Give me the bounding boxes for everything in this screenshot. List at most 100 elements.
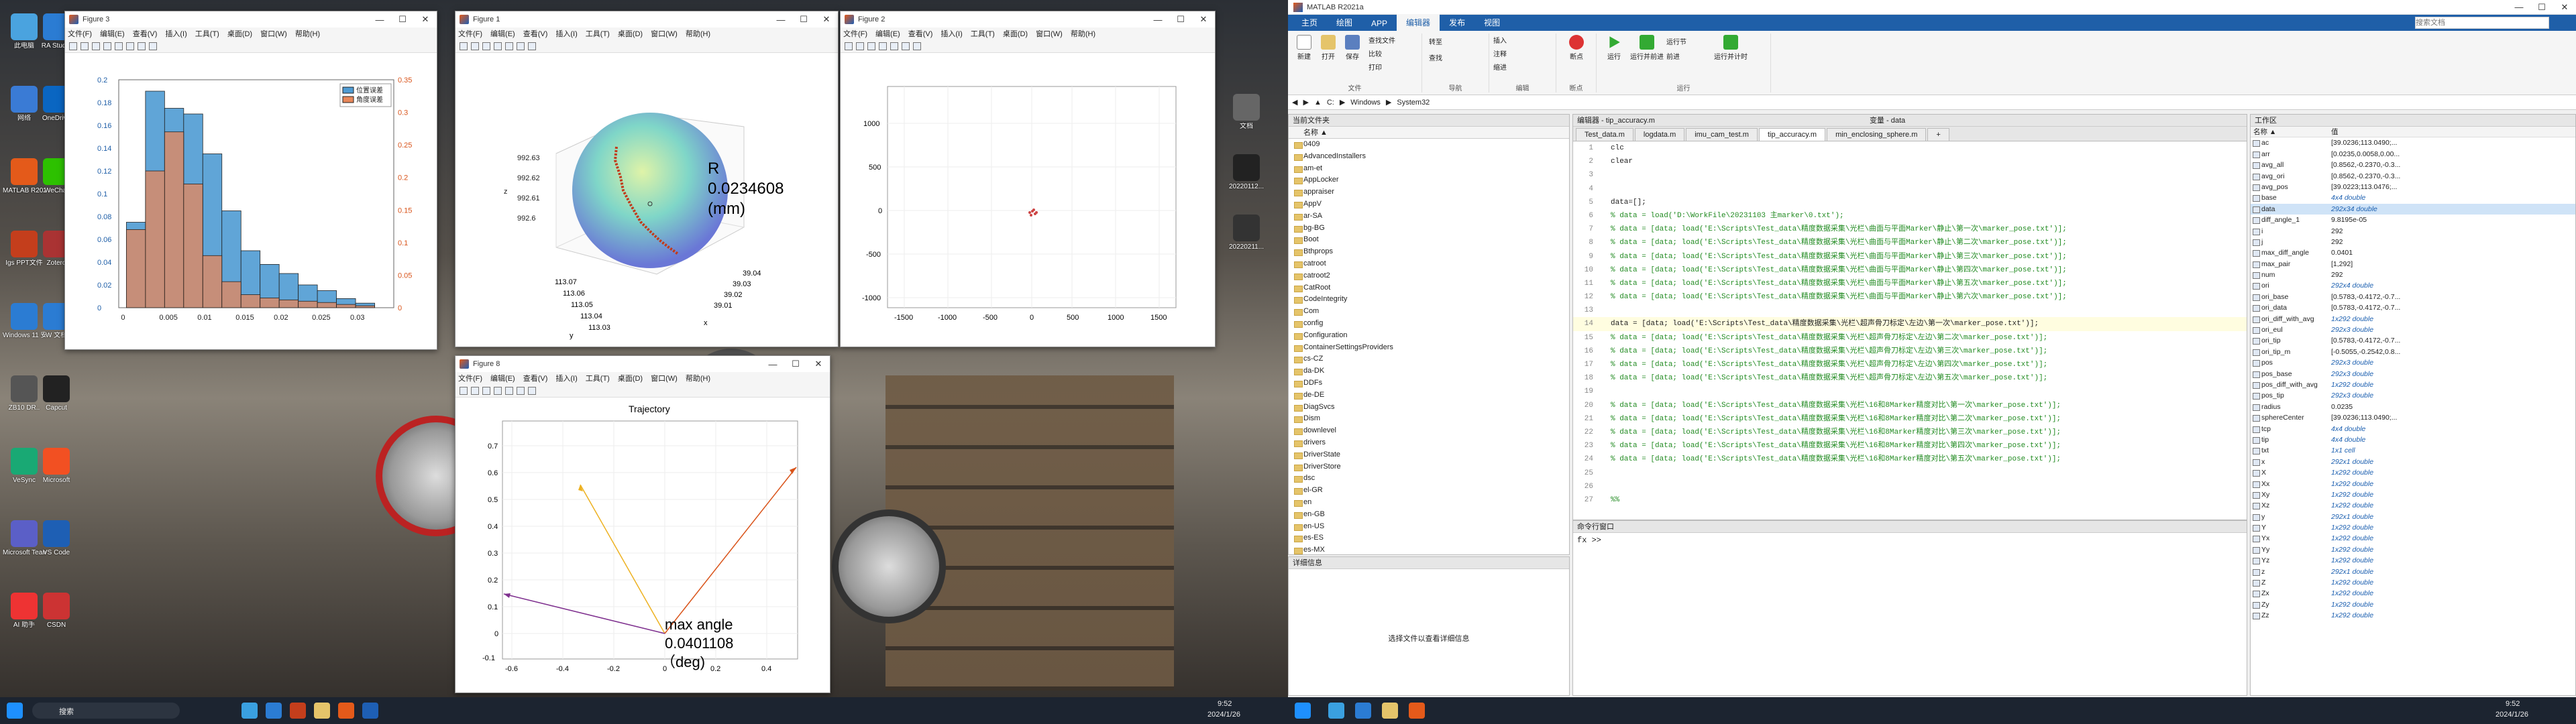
figure1-titlebar[interactable]: Figure 1 — ☐ ✕ bbox=[455, 11, 838, 27]
legend-icon[interactable] bbox=[517, 42, 525, 50]
figure8-window[interactable]: Figure 8 — ☐ ✕ 文件(F) 编辑(E) 查看(V) 插入(I) 工具(T) 桌面(… bbox=[455, 355, 830, 693]
run-advance-button[interactable]: 运行并前进 bbox=[1630, 35, 1664, 61]
minimize-button[interactable]: — bbox=[2508, 2, 2530, 12]
figure-menu-item[interactable]: 插入(I) bbox=[555, 373, 577, 383]
new-icon[interactable] bbox=[69, 42, 77, 50]
forward-icon[interactable]: ▶ bbox=[1303, 98, 1308, 107]
folder-item[interactable]: config bbox=[1289, 318, 1569, 330]
address-segment[interactable]: Windows bbox=[1350, 99, 1381, 107]
desktop-icon[interactable]: VS Code bbox=[35, 520, 78, 574]
ws-value-column[interactable]: 值 bbox=[2331, 127, 2339, 137]
workspace-row[interactable]: pos_base 292x3 double bbox=[2251, 369, 2575, 379]
folder-item[interactable]: ar-SA bbox=[1289, 210, 1569, 223]
workspace-row[interactable]: Yy 1x292 double bbox=[2251, 544, 2575, 555]
maximize-button[interactable]: ☐ bbox=[1169, 14, 1192, 25]
folder-item[interactable]: el-GR bbox=[1289, 485, 1569, 497]
workspace-row[interactable]: ori_diff_with_avg 1x292 double bbox=[2251, 314, 2575, 324]
figure-menu-item[interactable]: 窗口(W) bbox=[651, 28, 678, 39]
folder-item[interactable]: en-GB bbox=[1289, 509, 1569, 521]
line-number[interactable]: 18 bbox=[1573, 371, 1593, 385]
save-icon[interactable] bbox=[92, 42, 100, 50]
workspace-row[interactable]: base 4x4 double bbox=[2251, 192, 2575, 203]
folder-item[interactable]: CodeIntegrity bbox=[1289, 294, 1569, 306]
workspace-row[interactable]: avg_all [0.8562,-0.2370,-0.3... bbox=[2251, 160, 2575, 170]
matlab-window[interactable]: MATLAB R2021a —☐✕ 主页 绘图 APP 编辑器 发布 视图 新建 … bbox=[1288, 0, 2576, 697]
desktop-icon[interactable]: Capcut bbox=[35, 375, 78, 429]
folder-item[interactable]: es-MX bbox=[1289, 544, 1569, 554]
command-window[interactable]: 命令行窗口 fx >> bbox=[1572, 520, 2247, 696]
line-number[interactable]: 26 bbox=[1573, 480, 1593, 493]
folder-item[interactable]: AdvancedInstallers bbox=[1289, 151, 1569, 163]
editor-tab[interactable]: Test_data.m bbox=[1576, 128, 1633, 141]
folder-item[interactable]: drivers bbox=[1289, 437, 1569, 449]
workspace-row[interactable]: ac [39.0236;113.0490;... bbox=[2251, 137, 2575, 148]
folder-item[interactable]: cs-CZ bbox=[1289, 353, 1569, 365]
workspace-row[interactable]: ori_tip_m [-0.5055,-0.2542,0.8... bbox=[2251, 347, 2575, 357]
workspace-row[interactable]: pos 292x3 double bbox=[2251, 357, 2575, 368]
search-docs-input[interactable] bbox=[2415, 17, 2549, 29]
desktop-icon[interactable]: Microsoft bbox=[35, 448, 78, 501]
figure-menu-item[interactable]: 插入(I) bbox=[941, 28, 962, 39]
save-icon[interactable] bbox=[867, 42, 875, 50]
figure-menu-item[interactable]: 文件(F) bbox=[458, 373, 482, 383]
line-number[interactable]: 11 bbox=[1573, 277, 1593, 290]
line-number[interactable]: 20 bbox=[1573, 399, 1593, 412]
figure-menu-item[interactable]: 窗口(W) bbox=[1036, 28, 1063, 39]
figure-menu-item[interactable]: 桌面(D) bbox=[618, 373, 643, 383]
figure-menu-item[interactable]: 文件(F) bbox=[68, 28, 92, 39]
workspace-row[interactable]: Zx 1x292 double bbox=[2251, 588, 2575, 599]
workspace-row[interactable]: pos_diff_with_avg 1x292 double bbox=[2251, 379, 2575, 390]
line-number[interactable]: 13 bbox=[1573, 304, 1593, 317]
pointer-icon[interactable] bbox=[528, 42, 536, 50]
workspace-row[interactable]: data 292x34 double bbox=[2251, 203, 2575, 215]
workspace-row[interactable]: num 292 bbox=[2251, 269, 2575, 280]
brush-icon[interactable] bbox=[149, 42, 157, 50]
address-bar[interactable]: ◀ ▶ ▲ C: ▶ Windows ▶ System32 bbox=[1288, 95, 2576, 110]
line-number[interactable]: 21 bbox=[1573, 412, 1593, 426]
goto-button[interactable]: 转至 bbox=[1429, 36, 1469, 46]
ppt-icon[interactable] bbox=[290, 703, 306, 719]
figure-menu-item[interactable]: 桌面(D) bbox=[1003, 28, 1028, 39]
minimize-button[interactable]: — bbox=[769, 15, 792, 25]
advance-button[interactable]: 前进 bbox=[1666, 51, 1707, 61]
workspace-row[interactable]: Z 1x292 double bbox=[2251, 577, 2575, 588]
open-button[interactable]: 打开 bbox=[1316, 35, 1340, 61]
figure8-titlebar[interactable]: Figure 8 — ☐ ✕ bbox=[455, 356, 830, 372]
folder-item[interactable]: catroot bbox=[1289, 258, 1569, 270]
folder-item[interactable]: Dism bbox=[1289, 413, 1569, 425]
breakpoint-button[interactable]: 断点 bbox=[1560, 35, 1593, 61]
comment-button[interactable]: 注释 bbox=[1493, 48, 1527, 58]
word-icon[interactable] bbox=[1355, 703, 1371, 719]
figure-menu-item[interactable]: 查看(V) bbox=[133, 28, 158, 39]
vscode-icon[interactable] bbox=[362, 703, 378, 719]
figure-menu-item[interactable]: 工具(T) bbox=[971, 28, 995, 39]
desktop-icon[interactable]: 20220211... bbox=[1225, 215, 1268, 268]
figure-menu-item[interactable]: 编辑(E) bbox=[100, 28, 125, 39]
tab-home[interactable]: 主页 bbox=[1292, 14, 1327, 31]
workspace-row[interactable]: txt 1x1 cell bbox=[2251, 445, 2575, 456]
folder-item[interactable]: Boot bbox=[1289, 234, 1569, 246]
maximize-button[interactable]: ☐ bbox=[2530, 2, 2553, 13]
line-number[interactable]: 1 bbox=[1573, 141, 1593, 155]
figure3-titlebar[interactable]: Figure 3 — ☐ ✕ bbox=[65, 11, 437, 27]
matlab-taskbar-icon[interactable] bbox=[338, 703, 354, 719]
folder-item[interactable]: catroot2 bbox=[1289, 270, 1569, 282]
new-button[interactable]: 新建 bbox=[1292, 35, 1316, 61]
folder-item[interactable]: Com bbox=[1289, 306, 1569, 318]
line-number[interactable]: 7 bbox=[1573, 223, 1593, 236]
line-number[interactable]: 23 bbox=[1573, 439, 1593, 452]
workspace-row[interactable]: Yz 1x292 double bbox=[2251, 555, 2575, 566]
workspace-row[interactable]: Zy 1x292 double bbox=[2251, 599, 2575, 610]
figure-menu-item[interactable]: 插入(I) bbox=[165, 28, 186, 39]
code-area[interactable]: 1 clc 2 clear 3 4 5 data=[]; 6 % data = load('D:\… bbox=[1573, 141, 2247, 520]
colorbar-icon[interactable] bbox=[505, 386, 513, 395]
open-icon[interactable] bbox=[80, 42, 89, 50]
tab-plots[interactable]: 绘图 bbox=[1327, 14, 1362, 31]
figure-menu-item[interactable]: 工具(T) bbox=[586, 28, 610, 39]
figure-menu-item[interactable]: 编辑(E) bbox=[490, 28, 515, 39]
ws-name-column[interactable]: 名称 ▲ bbox=[2251, 127, 2331, 137]
workspace-row[interactable]: Xx 1x292 double bbox=[2251, 479, 2575, 489]
new-icon[interactable] bbox=[845, 42, 853, 50]
command-prompt[interactable]: fx >> bbox=[1573, 533, 2247, 548]
line-number[interactable]: 3 bbox=[1573, 168, 1593, 182]
